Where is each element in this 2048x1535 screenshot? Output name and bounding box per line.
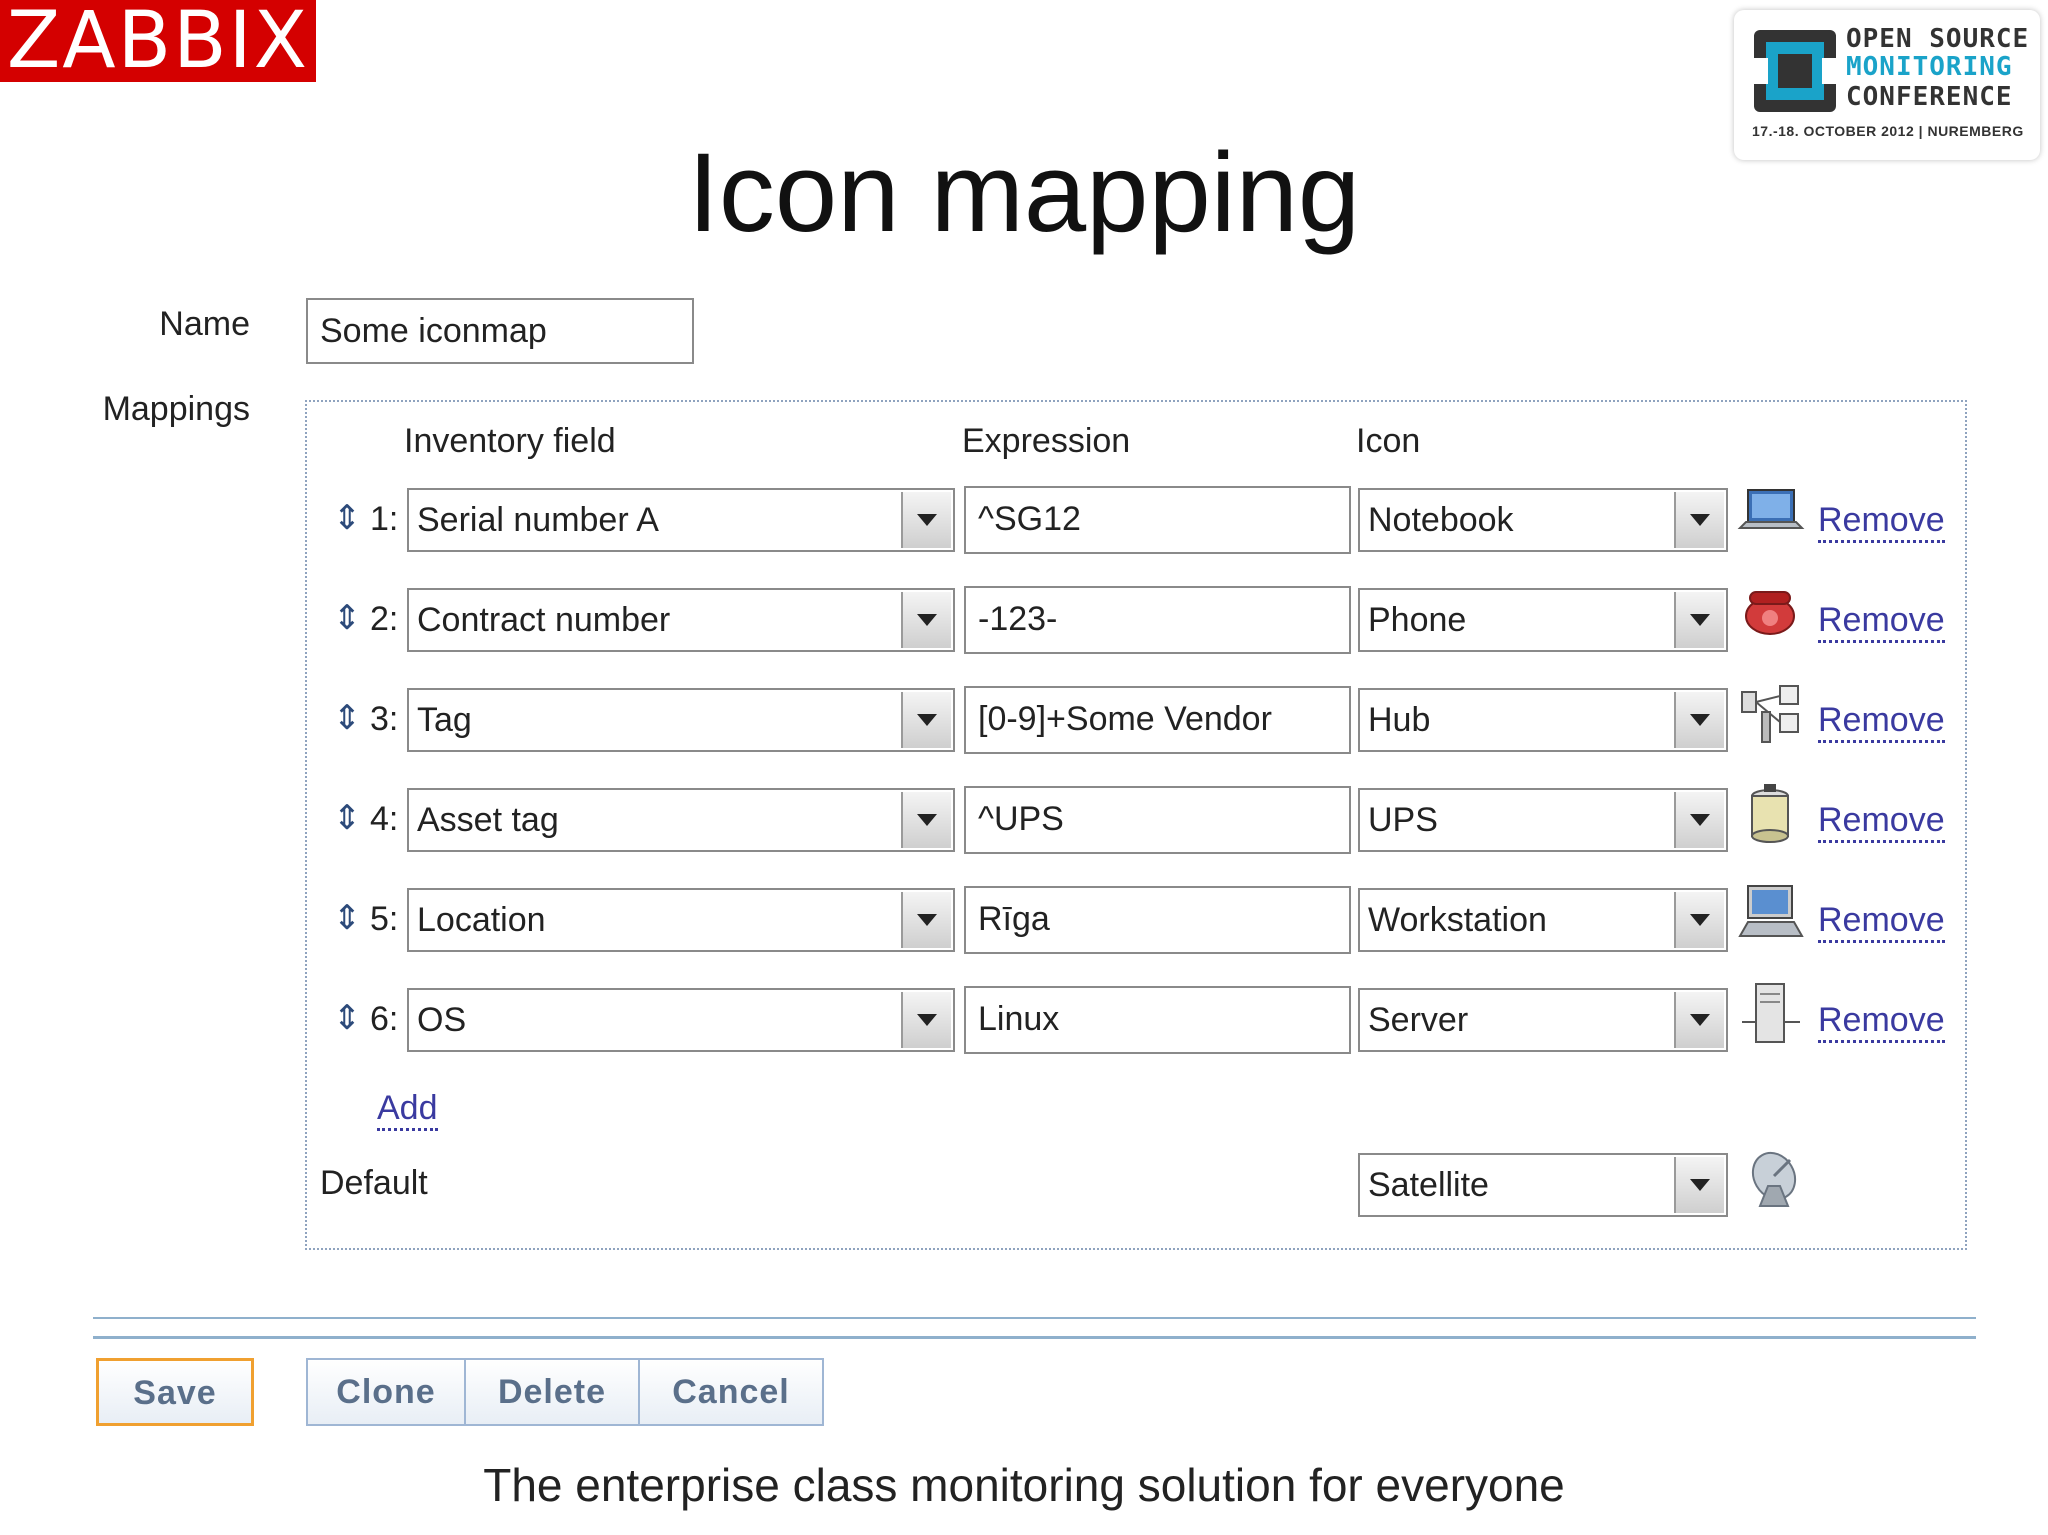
expression-input[interactable]: [0-9]+Some Vendor: [964, 686, 1351, 754]
satellite-icon: [1751, 1151, 1797, 1207]
clone-button[interactable]: Clone: [308, 1360, 466, 1424]
row-number: 5:: [370, 900, 399, 938]
page-title: Icon mapping: [687, 130, 1361, 255]
row-number: 1:: [370, 500, 399, 538]
drag-handle-icon[interactable]: ⇕: [332, 898, 362, 938]
inventory-field-select[interactable]: Asset tag: [407, 788, 955, 852]
inventory-field-value: Contract number: [417, 601, 671, 639]
mappings-label: Mappings: [102, 390, 250, 428]
header-icon: Icon: [1356, 422, 1421, 460]
row-number: 6:: [370, 1000, 399, 1038]
zabbix-logo: ZABBIX: [0, 0, 316, 82]
remove-mapping-link[interactable]: Remove: [1818, 800, 1945, 843]
server-icon: [1742, 983, 1800, 1043]
remove-mapping-link[interactable]: Remove: [1818, 1000, 1945, 1043]
remove-mapping-link[interactable]: Remove: [1818, 500, 1945, 543]
row-number: 3:: [370, 700, 399, 738]
default-label: Default: [320, 1164, 428, 1202]
chevron-down-icon[interactable]: [1674, 992, 1724, 1048]
hub-icon: [1741, 685, 1799, 743]
chevron-down-icon[interactable]: [1674, 892, 1724, 948]
chevron-down-icon[interactable]: [1674, 792, 1724, 848]
remove-mapping-link[interactable]: Remove: [1818, 700, 1945, 743]
drag-handle-icon[interactable]: ⇕: [332, 598, 362, 638]
icon-select-value: Hub: [1368, 701, 1431, 739]
notebook-icon: [1737, 489, 1805, 529]
chevron-down-icon[interactable]: [1674, 1157, 1724, 1213]
name-input[interactable]: Some iconmap: [306, 298, 694, 364]
drag-handle-icon[interactable]: ⇕: [332, 498, 362, 538]
icon-select[interactable]: Hub: [1358, 688, 1728, 752]
inventory-field-select[interactable]: OS: [407, 988, 955, 1052]
osmc-logo-icon: [1752, 30, 1838, 112]
chevron-down-icon[interactable]: [901, 992, 951, 1048]
icon-select-value: Notebook: [1368, 501, 1514, 539]
save-button[interactable]: Save: [96, 1358, 254, 1426]
inventory-field-value: Asset tag: [417, 801, 559, 839]
expression-input[interactable]: ^UPS: [964, 786, 1351, 854]
drag-handle-icon[interactable]: ⇕: [332, 698, 362, 738]
footer-tagline: The enterprise class monitoring solution…: [483, 1459, 1565, 1511]
inventory-field-select[interactable]: Contract number: [407, 588, 955, 652]
icon-select[interactable]: Phone: [1358, 588, 1728, 652]
remove-mapping-link[interactable]: Remove: [1818, 900, 1945, 943]
badge-line-2: MONITORING: [1846, 52, 2013, 82]
phone-icon: [1745, 591, 1795, 635]
ups-icon: [1751, 784, 1789, 843]
header-inventory-field: Inventory field: [404, 422, 616, 460]
expression-input[interactable]: ^SG12: [964, 486, 1351, 554]
inventory-field-value: Serial number A: [417, 501, 659, 539]
chevron-down-icon[interactable]: [901, 792, 951, 848]
expression-input[interactable]: Rīga: [964, 886, 1351, 954]
cancel-button[interactable]: Cancel: [640, 1360, 822, 1424]
icon-select-value: Server: [1368, 1001, 1469, 1039]
badge-line-1: OPEN SOURCE: [1846, 24, 2030, 54]
chevron-down-icon[interactable]: [901, 592, 951, 648]
icon-select-value: Phone: [1368, 601, 1467, 639]
inventory-field-value: Tag: [417, 701, 472, 739]
inventory-field-select[interactable]: Tag: [407, 688, 955, 752]
default-icon-value: Satellite: [1368, 1166, 1489, 1204]
chevron-down-icon[interactable]: [901, 492, 951, 548]
default-icon-select[interactable]: Satellite: [1358, 1153, 1728, 1217]
separator-line: [93, 1336, 1976, 1339]
icon-select[interactable]: Notebook: [1358, 488, 1728, 552]
header-expression: Expression: [962, 422, 1131, 460]
chevron-down-icon[interactable]: [901, 892, 951, 948]
chevron-down-icon[interactable]: [1674, 492, 1724, 548]
add-mapping-link[interactable]: Add: [377, 1088, 438, 1131]
inventory-field-select[interactable]: Location: [407, 888, 955, 952]
icon-select-value: UPS: [1368, 801, 1438, 839]
workstation-icon: [1738, 885, 1804, 937]
icon-select[interactable]: Server: [1358, 988, 1728, 1052]
row-number: 2:: [370, 600, 399, 638]
expression-input[interactable]: -123-: [964, 586, 1351, 654]
name-label: Name: [159, 305, 250, 343]
chevron-down-icon[interactable]: [901, 692, 951, 748]
separator-line: [93, 1317, 1976, 1319]
icon-select-value: Workstation: [1368, 901, 1547, 939]
drag-handle-icon[interactable]: ⇕: [332, 998, 362, 1038]
badge-line-3: CONFERENCE: [1846, 82, 2013, 112]
inventory-field-value: Location: [417, 901, 546, 939]
remove-mapping-link[interactable]: Remove: [1818, 600, 1945, 643]
delete-button[interactable]: Delete: [466, 1360, 640, 1424]
expression-input[interactable]: Linux: [964, 986, 1351, 1054]
drag-handle-icon[interactable]: ⇕: [332, 798, 362, 838]
action-button-group: Clone Delete Cancel: [306, 1358, 824, 1426]
inventory-field-value: OS: [417, 1001, 467, 1039]
icon-select[interactable]: Workstation: [1358, 888, 1728, 952]
icon-select[interactable]: UPS: [1358, 788, 1728, 852]
chevron-down-icon[interactable]: [1674, 592, 1724, 648]
row-number: 4:: [370, 800, 399, 838]
inventory-field-select[interactable]: Serial number A: [407, 488, 955, 552]
chevron-down-icon[interactable]: [1674, 692, 1724, 748]
